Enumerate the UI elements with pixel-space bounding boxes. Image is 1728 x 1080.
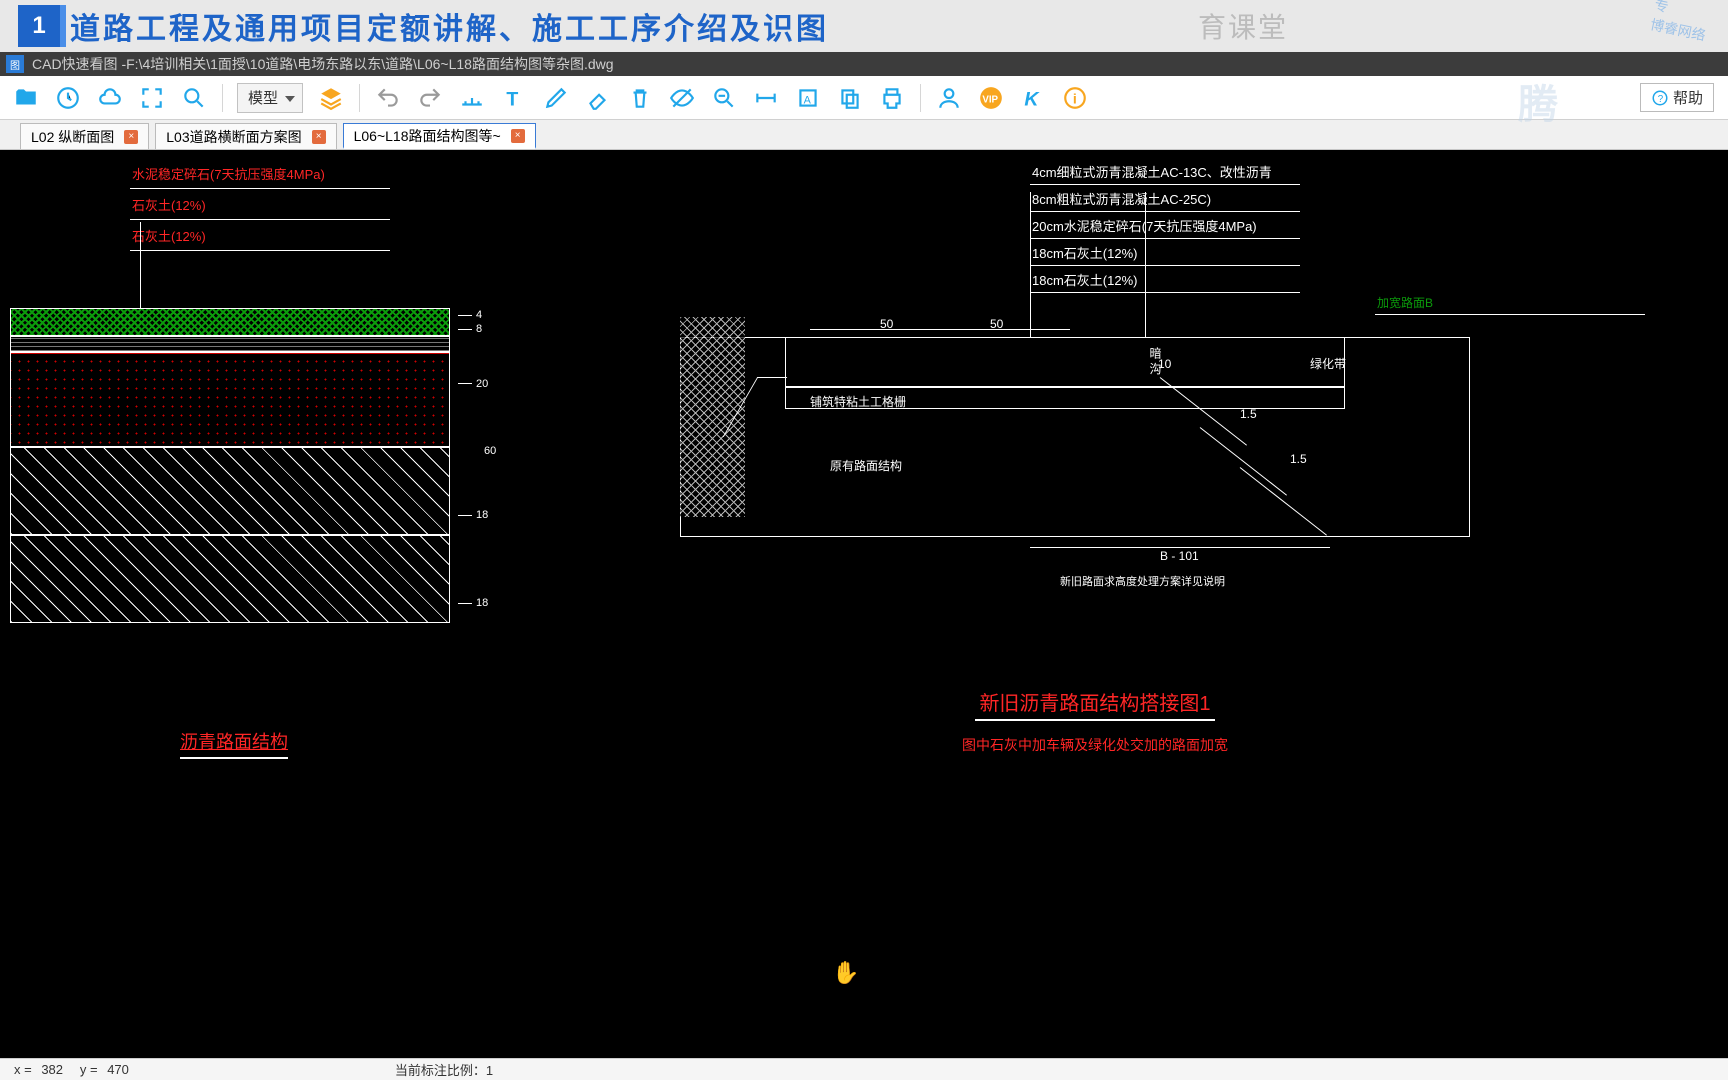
print-button[interactable] — [878, 84, 906, 112]
doc-tab[interactable]: L03道路横断面方案图 × — [155, 123, 336, 149]
app-name: CAD快速看图 - — [32, 54, 126, 74]
svg-text:VIP: VIP — [982, 94, 998, 105]
undo-button[interactable] — [374, 84, 402, 112]
layer-lime-soil-1 — [10, 447, 450, 535]
layer-label: 水泥稳定碎石(7天抗压强度4MPa) — [130, 158, 390, 189]
recent-button[interactable] — [54, 84, 82, 112]
close-tab-icon[interactable]: × — [124, 130, 138, 144]
find-button[interactable] — [710, 84, 738, 112]
status-bar: x = 382 y = 470 当前标注比例：1 — [0, 1058, 1728, 1080]
vip-button[interactable]: VIP — [977, 84, 1005, 112]
app-title-bar: 图 CAD快速看图 - F:\4培训相关\1面授\10道路\电场东路以东\道路\… — [0, 52, 1728, 76]
left-drawing-title: 沥青路面结构 — [180, 728, 288, 759]
layer-label: 20cm水泥稳定碎石(7天抗压强度4MPa) — [1030, 212, 1300, 239]
toolbar-separator — [222, 84, 223, 112]
old-label: 原有路面结构 — [830, 457, 902, 474]
conn-label: 暗 沟 — [1147, 347, 1164, 374]
area-button[interactable]: A — [794, 84, 822, 112]
layer-label: 石灰土(12%) — [130, 189, 390, 220]
pan-cursor-icon: ✋ — [832, 960, 859, 986]
cursor-coordinates: x = 382 y = 470 — [14, 1062, 135, 1077]
cloud-button[interactable] — [96, 84, 124, 112]
file-path: F:\4培训相关\1面授\10道路\电场东路以东\道路\L06~L18路面结构图… — [126, 54, 613, 74]
draw-tool-button[interactable] — [542, 84, 570, 112]
zoom-button[interactable] — [180, 84, 208, 112]
close-tab-icon[interactable]: × — [312, 130, 326, 144]
course-banner: 1 道路工程及通用项目定额讲解、施工工序介绍及识图 育课堂 专博睿网络 — [0, 0, 1728, 52]
fit-screen-button[interactable] — [138, 84, 166, 112]
close-tab-icon[interactable]: × — [511, 129, 525, 143]
right-drawing-subtitle: 图中石灰中加车辆及绿化处交加的路面加宽 — [680, 735, 1510, 755]
eraser-button[interactable] — [584, 84, 612, 112]
scale-indicator: 当前标注比例：1 — [395, 1060, 493, 1079]
text-tool-button[interactable]: T — [500, 84, 528, 112]
k-tool-button[interactable]: K — [1019, 84, 1047, 112]
copy-button[interactable] — [836, 84, 864, 112]
toolbar-separator — [920, 84, 921, 112]
layer-asphalt-mid — [10, 336, 450, 352]
hide-button[interactable] — [668, 84, 696, 112]
redo-button[interactable] — [416, 84, 444, 112]
account-button[interactable] — [935, 84, 963, 112]
layer-asphalt-top — [10, 308, 450, 336]
document-tabs: L02 纵断面图 × L03道路横断面方案图 × L06~L18路面结构图等~ … — [0, 120, 1728, 150]
doc-tab-active[interactable]: L06~L18路面结构图等~ × — [343, 123, 536, 149]
layer-label: 石灰土(12%) — [130, 220, 390, 251]
dim-b: B - 101 — [1160, 549, 1199, 563]
right-layer-labels: 4cm细粒式沥青混凝土AC-13C、改性沥青 8cm粗粒式沥青混凝土AC-25C… — [680, 158, 1510, 293]
tab-label: L03道路横断面方案图 — [166, 127, 301, 147]
caption: 新旧路面求高度处理方案详见说明 — [1060, 573, 1225, 589]
widen-label: 加宽路面B — [1375, 290, 1645, 315]
dimension-button[interactable] — [752, 84, 780, 112]
app-icon: 图 — [6, 55, 24, 73]
soil-label: 铺筑特粘土工格栅 — [810, 393, 906, 410]
toolbar-separator — [359, 84, 360, 112]
doc-tab[interactable]: L02 纵断面图 × — [20, 123, 149, 149]
info-button[interactable]: i — [1061, 84, 1089, 112]
svg-text:T: T — [506, 88, 518, 110]
left-layer-labels: 水泥稳定碎石(7天抗压强度4MPa) 石灰土(12%) 石灰土(12%) — [130, 158, 510, 251]
main-toolbar: 模型 T A VIP K i 腾 ? 帮助 — [0, 76, 1728, 120]
right-drawing-title: 新旧沥青路面结构搭接图1 — [975, 687, 1214, 721]
svg-text:A: A — [804, 94, 812, 106]
tab-label: L02 纵断面图 — [31, 127, 114, 147]
left-pavement-drawing: 水泥稳定碎石(7天抗压强度4MPa) 石灰土(12%) 石灰土(12%) 4 8… — [10, 158, 510, 251]
layer-cement-base — [10, 352, 450, 447]
layers-button[interactable] — [317, 84, 345, 112]
new-label: 绿化带 — [1310, 355, 1346, 372]
tencent-watermark-icon: 腾 — [1518, 72, 1618, 122]
delete-button[interactable] — [626, 84, 654, 112]
view-mode-select[interactable]: 模型 — [237, 83, 303, 113]
open-file-button[interactable] — [12, 84, 40, 112]
corner-watermark: 专博睿网络 — [1648, 0, 1711, 45]
tab-label: L06~L18路面结构图等~ — [354, 126, 501, 146]
course-title: 道路工程及通用项目定额讲解、施工工序介绍及识图 — [70, 4, 829, 48]
drawing-canvas[interactable]: 水泥稳定碎石(7天抗压强度4MPa) 石灰土(12%) 石灰土(12%) 4 8… — [0, 150, 1728, 1058]
joint-cross-section: 50 50 10 暗 沟 铺筑特粘土工格栅 原有路面结构 绿化带 1.5 1.5… — [680, 317, 1510, 657]
layer-label: 18cm石灰土(12%) — [1030, 239, 1300, 266]
watermark-text: 育课堂 — [1198, 6, 1288, 46]
layer-label: 4cm细粒式沥青混凝土AC-13C、改性沥青 — [1030, 158, 1300, 185]
help-button[interactable]: ? 帮助 — [1640, 83, 1714, 112]
svg-text:i: i — [1073, 90, 1077, 106]
right-joint-drawing: 4cm细粒式沥青混凝土AC-13C、改性沥青 8cm粗粒式沥青混凝土AC-25C… — [680, 158, 1510, 755]
layer-lime-soil-2 — [10, 535, 450, 623]
dimension-column: 4 8 20 60 18 18 — [458, 308, 496, 647]
pavement-cross-section — [10, 308, 450, 623]
svg-text:K: K — [1024, 88, 1040, 110]
measure-button[interactable] — [458, 84, 486, 112]
layer-label: 18cm石灰土(12%) — [1030, 266, 1300, 293]
lesson-number-badge: 1 — [18, 5, 60, 47]
layer-label: 8cm粗粒式沥青混凝土AC-25C) — [1030, 185, 1300, 212]
svg-text:?: ? — [1658, 93, 1664, 104]
